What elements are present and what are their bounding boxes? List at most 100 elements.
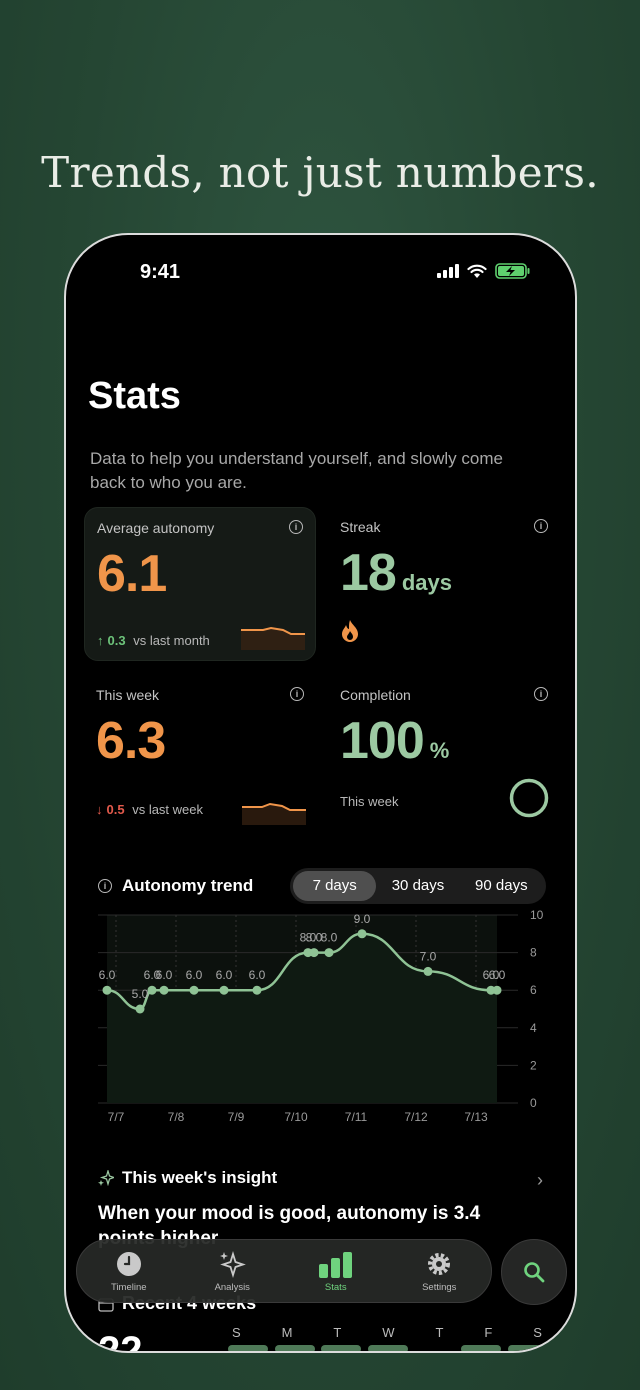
weekday: S [533,1325,542,1340]
tab-label: Settings [422,1281,457,1293]
insight-title: This week's insight [122,1168,278,1187]
streak-unit: days [401,570,452,595]
data-label: 6.0 [216,968,233,982]
data-label: 6.0 [249,968,266,982]
search-icon [524,1262,545,1283]
weekday: T [333,1325,342,1340]
page-subtitle: Data to help you understand yourself, an… [90,449,503,492]
completion-card[interactable]: Completion i 100% This week [328,675,560,829]
x-tick-label: 7/10 [284,1110,308,1124]
y-tick-label: 6 [530,983,537,997]
sparkle-icon [98,1170,114,1186]
card-label: Average autonomy [97,520,215,536]
data-point [135,1004,145,1014]
delta-text: vs last month [133,633,210,648]
delta-row: ↓ 0.5 vs last week [96,802,203,817]
y-tick-label: 2 [530,1058,537,1072]
data-point [324,948,334,958]
streak-card[interactable]: Streak i 18 days [328,507,560,661]
streak-value: 18 [340,544,397,602]
insight-header[interactable]: This week's insight [98,1168,277,1188]
sparkles-icon [220,1250,247,1278]
data-point [102,985,112,995]
data-label: 5.0 [132,987,149,1001]
data-point [492,985,502,995]
data-label: 8.0 [321,931,338,945]
wifi-icon [467,264,487,278]
weekday: S [232,1325,241,1340]
tab-label: Timeline [110,1281,147,1293]
delta-value: 0.5 [106,802,125,817]
phone-frame: 9:41 Stats Data to help you understand y… [64,233,577,1353]
search-button[interactable] [501,1239,567,1305]
delta-text: vs last week [132,802,204,817]
weekday: F [484,1325,493,1340]
battery-icon [495,263,530,279]
arrow-up-icon: ↑ [97,633,104,648]
completion-note: This week [340,794,399,809]
data-point [357,929,367,939]
info-icon[interactable]: i [290,687,304,701]
sparkline [241,626,305,650]
data-point [159,985,169,995]
data-label: 6.0 [156,968,173,982]
data-point [423,966,433,976]
this-week-card[interactable]: This week i 6.3 ↓ 0.5 vs last week [84,675,316,829]
completion-value: 100 [340,712,425,770]
tab-timeline[interactable]: Timeline [89,1250,169,1293]
x-tick-label: 7/11 [345,1110,368,1124]
y-tick-label: 4 [530,1021,537,1035]
tab-settings[interactable]: Settings [399,1250,479,1293]
weekday-header: S M T W T F S [232,1325,542,1340]
card-label: Streak [340,519,381,535]
page-title: Stats [88,375,181,417]
arrow-down-icon: ↓ [96,802,103,817]
y-tick-label: 8 [530,946,537,960]
x-tick-label: 7/7 [108,1110,125,1124]
data-label: 9.0 [354,912,371,926]
data-point [189,985,199,995]
data-point [252,985,262,995]
info-icon[interactable]: i [98,879,112,893]
data-point [219,985,229,995]
gear-icon [428,1252,451,1275]
streak-value-row: 18 days [340,545,548,601]
delta-row: ↑ 0.3 vs last month [97,633,210,648]
range-selector[interactable]: 7 days 30 days 90 days [290,868,546,904]
delta-value: 0.3 [107,633,126,648]
chevron-right-icon[interactable]: › [537,1170,543,1191]
info-icon[interactable]: i [534,687,548,701]
x-tick-label: 7/13 [464,1110,488,1124]
average-autonomy-value: 6.1 [97,545,167,603]
tab-label: Stats [324,1281,347,1293]
data-point [147,985,157,995]
tab-bar: Timeline Analysis Stats Settings [76,1239,492,1303]
data-point [309,948,319,958]
weekday: W [382,1325,395,1340]
data-label: 6.0 [99,968,116,982]
clock-icon [116,1251,141,1276]
autonomy-trend-chart: 10 8 6 4 2 0 7/7 7/8 7/9 7/10 7/11 7/12 7/13 6.0 5.0 6.… [98,908,544,1124]
weekday: M [281,1325,293,1340]
data-label: 6.0 [186,968,203,982]
completion-unit: % [429,738,450,763]
average-autonomy-card[interactable]: Average autonomy i 6.1 ↑ 0.3 vs last mont… [84,507,316,661]
tab-stats[interactable]: Stats [296,1250,376,1293]
range-7-days[interactable]: 7 days [293,871,377,901]
tab-analysis[interactable]: Analysis [192,1250,272,1293]
x-tick-label: 7/8 [168,1110,185,1124]
x-tick-label: 7/12 [404,1110,428,1124]
y-tick-label: 10 [530,908,544,922]
range-90-days[interactable]: 90 days [460,871,543,901]
recent-count: 22 [98,1329,143,1353]
card-label: Completion [340,687,411,703]
status-icons [437,263,531,279]
info-icon[interactable]: i [289,520,303,534]
info-icon[interactable]: i [534,519,548,533]
range-30-days[interactable]: 30 days [376,871,459,901]
week-cells [228,1345,548,1351]
sparkline [242,802,306,825]
trend-header: i Autonomy trend [98,876,253,896]
x-tick-label: 7/9 [228,1110,245,1124]
marketing-headline: Trends, not just numbers. [41,148,599,197]
